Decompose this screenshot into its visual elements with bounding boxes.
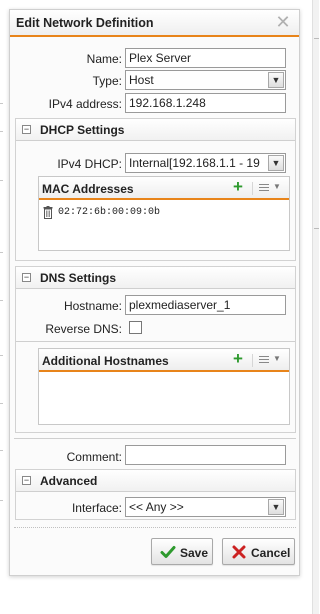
background-right-edge xyxy=(312,0,319,614)
list-lines-icon xyxy=(259,183,269,193)
list-options-icon[interactable]: ▼ xyxy=(257,353,283,367)
dns-settings-header[interactable]: − DNS Settings xyxy=(16,267,295,289)
mac-addresses-header: MAC Addresses + ▼ xyxy=(39,177,289,200)
divider xyxy=(16,341,295,342)
chevron-down-icon: ▼ xyxy=(268,72,284,88)
additional-hostnames-grid: Additional Hostnames + ▼ xyxy=(38,348,290,425)
cancel-button[interactable]: Cancel xyxy=(222,538,295,565)
name-label: Name: xyxy=(86,52,122,66)
reverse-dns-checkbox[interactable] xyxy=(129,321,142,334)
mac-address-value: 02:72:6b:00:09:0b xyxy=(58,207,161,218)
advanced-section: − Advanced Interface: << Any >> ▼ xyxy=(15,469,296,520)
dns-settings-section: − DNS Settings Hostname: Reverse DNS: Ad… xyxy=(15,266,296,433)
ipv4-address-input[interactable] xyxy=(125,93,286,113)
additional-hostnames-header: Additional Hostnames + ▼ xyxy=(39,349,289,372)
save-button[interactable]: Save xyxy=(151,538,213,565)
close-x-icon xyxy=(232,545,246,559)
hostname-input[interactable] xyxy=(125,295,286,315)
interface-select[interactable]: << Any >> ▼ xyxy=(125,497,286,517)
mac-addresses-title: MAC Addresses xyxy=(42,182,134,196)
name-input[interactable] xyxy=(125,48,286,68)
dialog-title: Edit Network Definition xyxy=(16,16,154,30)
edit-network-dialog: Edit Network Definition ✕ Name: Type: Ho… xyxy=(9,9,300,576)
type-label: Type: xyxy=(92,74,122,88)
chevron-down-icon: ▼ xyxy=(268,155,284,171)
collapse-icon[interactable]: − xyxy=(22,273,31,282)
ipv4-dhcp-label: IPv4 DHCP: xyxy=(57,157,122,171)
comment-input[interactable] xyxy=(125,445,286,465)
checkmark-icon xyxy=(160,546,176,558)
divider xyxy=(14,438,296,439)
dhcp-settings-header[interactable]: − DHCP Settings xyxy=(16,119,295,141)
trash-icon[interactable] xyxy=(43,206,53,219)
add-icon[interactable]: + xyxy=(233,178,247,196)
chevron-down-icon: ▼ xyxy=(273,354,281,363)
toolbar-divider xyxy=(252,182,253,195)
chevron-down-icon: ▼ xyxy=(273,182,281,191)
dialog-titlebar[interactable]: Edit Network Definition ✕ xyxy=(10,10,299,37)
add-icon[interactable]: + xyxy=(233,350,247,368)
dhcp-settings-section: − DHCP Settings IPv4 DHCP: Internal[192.… xyxy=(15,118,296,261)
save-button-label: Save xyxy=(180,546,209,560)
toolbar-divider xyxy=(252,354,253,367)
mac-address-row[interactable]: 02:72:6b:00:09:0b xyxy=(43,205,283,223)
list-lines-icon xyxy=(259,355,269,365)
collapse-icon[interactable]: − xyxy=(22,125,31,134)
background-left-edge xyxy=(0,0,8,614)
dns-settings-title: DNS Settings xyxy=(40,271,117,285)
ipv4-dhcp-select-value: Internal[192.168.1.1 - 19 xyxy=(129,156,260,170)
advanced-title: Advanced xyxy=(40,474,98,488)
hostname-label: Hostname: xyxy=(63,299,122,313)
chevron-down-icon: ▼ xyxy=(268,499,284,515)
collapse-icon[interactable]: − xyxy=(22,476,31,485)
comment-label: Comment: xyxy=(66,450,122,464)
type-select[interactable]: Host ▼ xyxy=(125,70,286,90)
close-icon[interactable]: ✕ xyxy=(275,13,291,31)
advanced-header[interactable]: − Advanced xyxy=(16,470,295,492)
ipv4-address-label: IPv4 address: xyxy=(48,97,122,111)
interface-label: Interface: xyxy=(71,501,122,515)
dhcp-settings-title: DHCP Settings xyxy=(40,123,125,137)
reverse-dns-label: Reverse DNS: xyxy=(45,322,122,336)
ipv4-dhcp-select[interactable]: Internal[192.168.1.1 - 19 ▼ xyxy=(125,153,286,173)
interface-select-value: << Any >> xyxy=(129,500,184,514)
mac-addresses-grid: MAC Addresses + ▼ 02:72:6b:00:09:0b xyxy=(38,176,290,251)
list-options-icon[interactable]: ▼ xyxy=(257,181,283,195)
cancel-button-label: Cancel xyxy=(251,546,291,560)
type-select-value: Host xyxy=(129,73,154,87)
divider xyxy=(14,527,296,528)
additional-hostnames-title: Additional Hostnames xyxy=(42,354,169,368)
